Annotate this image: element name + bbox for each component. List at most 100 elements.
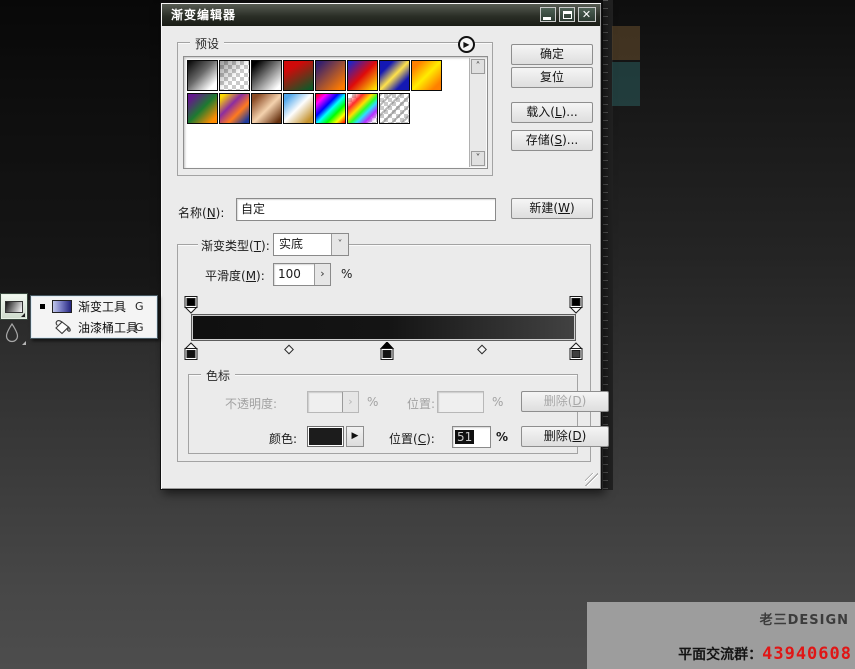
chevron-down-icon: ˅ (331, 234, 348, 255)
tool-flyout-corner-icon (21, 313, 25, 317)
preset-blue-red-yellow[interactable] (347, 60, 378, 91)
scroll-down-button[interactable]: ˅ (471, 151, 485, 166)
color-stop-selected[interactable] (380, 342, 395, 364)
opacity-input: › (307, 391, 359, 413)
screen: 渐变编辑器 ✕ 预设 ˄ ˅ ▶ 确定 复位 载入(L)... 存储(S)... (0, 0, 855, 669)
shortcut-key: G (135, 321, 144, 334)
gradient-midpoint-marker[interactable] (477, 345, 487, 355)
smoothness-popup-arrow-icon[interactable]: › (314, 264, 330, 285)
smoothness-input[interactable]: 100 › (273, 263, 331, 286)
presets-panel: ˄ ˅ (183, 56, 488, 169)
color-swatch[interactable] (307, 426, 344, 447)
preset-blue-yellow-blue[interactable] (379, 60, 410, 91)
gradient-type-label: 渐变类型(T): (198, 237, 273, 254)
preset-foreground-to-transparent[interactable] (219, 60, 250, 91)
flyout-arrow-icon: ▶ (352, 431, 359, 441)
preset-transparent-rainbow[interactable] (347, 93, 378, 124)
paint-bucket-icon (52, 319, 72, 335)
watermark-brand: 老三DESIGN (760, 609, 849, 628)
stops-group: 色标 不透明度: › % 位置: % 删除(D) 颜色: ▶ 位置(C): 51… (188, 374, 578, 454)
opacity-label: 不透明度: (225, 395, 277, 412)
preset-black-white[interactable] (251, 60, 282, 91)
tool-flyout-menu: 渐变工具 G 油漆桶工具 G (30, 295, 158, 339)
opacity-stop-right[interactable] (569, 295, 584, 317)
background-image-fragment (612, 26, 640, 60)
gradient-tool-button[interactable] (1, 294, 27, 319)
opacity-stop-left[interactable] (184, 295, 199, 317)
menu-item-paint-bucket-tool[interactable]: 油漆桶工具 G (31, 317, 157, 338)
preset-transparent-stripes[interactable] (379, 93, 410, 124)
droplet-icon (3, 322, 21, 344)
presets-group: 预设 ˄ ˅ (177, 42, 493, 176)
name-label: 名称(N): (178, 204, 224, 221)
preset-foreground-to-background[interactable] (187, 60, 218, 91)
maximize-button[interactable] (559, 7, 575, 22)
delete-opacity-stop-button: 删除(D) (521, 391, 609, 412)
background-dark-area (0, 0, 160, 300)
background-image-fragment (612, 62, 640, 106)
presets-flyout-menu-button[interactable]: ▶ (458, 36, 475, 53)
preset-violet-green-orange[interactable] (187, 93, 218, 124)
scroll-up-icon: ˄ (476, 61, 481, 72)
gradient-midpoint-marker[interactable] (284, 345, 294, 355)
preset-copper[interactable] (251, 93, 282, 124)
scroll-up-button[interactable]: ˄ (471, 59, 485, 74)
watermark-group-label: 平面交流群： (678, 647, 762, 663)
opacity-position-label: 位置: (407, 395, 435, 412)
presets-group-label: 预设 (190, 35, 224, 52)
preset-chrome[interactable] (283, 93, 314, 124)
gradient-tool-icon (5, 301, 23, 313)
stops-group-label: 色标 (201, 367, 235, 384)
color-stop-left[interactable] (184, 342, 199, 364)
tool-flyout-corner-icon (22, 341, 26, 345)
close-icon: ✕ (582, 9, 592, 20)
preset-orange-yellow-orange[interactable] (411, 60, 442, 91)
opacity-popup-arrow-icon: › (342, 392, 358, 412)
menu-item-gradient-tool[interactable]: 渐变工具 G (31, 296, 157, 317)
gradient-tool-icon (52, 300, 72, 313)
ok-button[interactable]: 确定 (511, 44, 593, 65)
color-swatch-flyout-button[interactable]: ▶ (346, 426, 364, 447)
minimize-button[interactable] (540, 7, 556, 22)
new-button[interactable]: 新建(W) (511, 198, 593, 219)
save-button[interactable]: 存储(S)... (511, 130, 593, 151)
color-stop-right[interactable] (569, 342, 584, 364)
opacity-percent: % (367, 395, 378, 409)
selected-text: 51 (455, 430, 474, 444)
gradient-bar-area (191, 292, 576, 362)
minimize-icon (543, 17, 551, 20)
dialog-resize-grip[interactable] (585, 473, 598, 486)
blur-tool-button[interactable] (3, 322, 27, 346)
gradient-type-value: 实底 (279, 236, 303, 253)
shortcut-key: G (135, 300, 144, 313)
preset-red-green[interactable] (283, 60, 314, 91)
scroll-down-icon: ˅ (476, 153, 481, 164)
position-label: 位置(C): (389, 430, 435, 447)
watermark-panel: 老三DESIGN 平面交流群：43940608 (587, 602, 855, 669)
name-input[interactable]: 自定 (236, 198, 496, 221)
preset-spectrum[interactable] (315, 93, 346, 124)
gradient-type-dropdown[interactable]: 实底 ˅ (273, 233, 349, 256)
preset-violet-orange[interactable] (315, 60, 346, 91)
dialog-titlebar[interactable]: 渐变编辑器 ✕ (162, 4, 600, 26)
gradient-preview-bar[interactable] (191, 314, 576, 341)
opacity-position-percent: % (492, 395, 503, 409)
opacity-position-input (437, 391, 484, 413)
presets-scrollbar[interactable]: ˄ ˅ (469, 58, 486, 167)
reset-button[interactable]: 复位 (511, 67, 593, 88)
gradient-editor-dialog: 渐变编辑器 ✕ 预设 ˄ ˅ ▶ 确定 复位 载入(L)... 存储(S)... (160, 2, 602, 490)
position-input[interactable]: 51 (452, 426, 491, 448)
smoothness-label: 平滑度(M): (205, 267, 265, 284)
load-button[interactable]: 载入(L)... (511, 102, 593, 123)
close-button[interactable]: ✕ (578, 7, 596, 22)
dialog-title: 渐变编辑器 (171, 8, 236, 22)
flyout-arrow-icon: ▶ (463, 40, 469, 49)
active-tool-bullet-icon (40, 304, 45, 309)
watermark-group-number: 43940608 (762, 644, 852, 664)
smoothness-percent: % (341, 267, 352, 281)
delete-color-stop-button[interactable]: 删除(D) (521, 426, 609, 447)
color-label: 颜色: (269, 430, 297, 447)
maximize-icon (563, 11, 572, 19)
preset-thumbnails (187, 60, 451, 126)
preset-yellow-violet-orange-blue[interactable] (219, 93, 250, 124)
